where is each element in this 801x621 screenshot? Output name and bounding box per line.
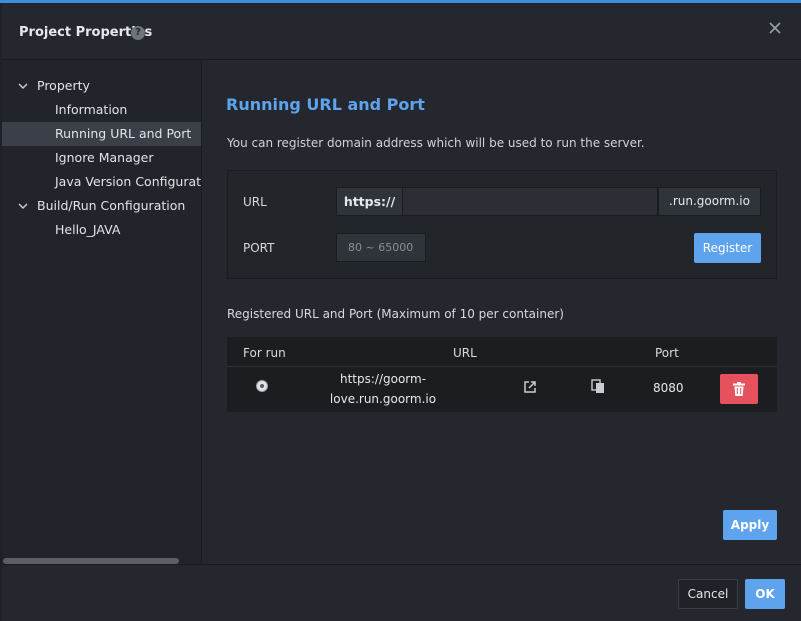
register-button[interactable]: Register [694,233,761,263]
tree-item-label: Running URL and Port [55,126,192,141]
column-header-port: Port [655,346,679,360]
chevron-down-icon [18,83,28,90]
column-header-url: URL [453,346,477,360]
top-accent-line [0,0,801,3]
page-description: You can register domain address which wi… [227,136,645,150]
tree-item-property[interactable]: Property [2,74,201,98]
tree-item-label: Java Version Configuration [55,174,202,189]
tree-item-information[interactable]: Information [2,98,201,122]
tree-item-build-run-configuration[interactable]: Build/Run Configuration [2,194,201,218]
tree-item-label: Hello_JAVA [55,222,121,237]
url-label: URL [243,195,267,209]
tree-item-label: Ignore Manager [55,150,154,165]
tree-item-java-version-configuration[interactable]: Java Version Configuration [2,170,202,194]
dialog-header: Project Properties ? [2,4,801,60]
table-header-divider [227,366,777,367]
subdomain-input[interactable] [402,187,658,216]
ok-button[interactable]: OK [745,579,785,609]
delete-button[interactable] [720,374,758,404]
tree-item-label: Property [37,78,90,93]
help-icon[interactable]: ? [131,26,145,40]
port-label: PORT [243,241,275,255]
url-port-form: URL https:// .run.goorm.io PORT Register [227,170,777,279]
open-external-icon[interactable] [523,380,537,394]
trash-icon [733,382,745,396]
tree-item-running-url-and-port[interactable]: Running URL and Port [2,122,201,146]
copy-icon[interactable] [591,379,605,394]
tree-item-ignore-manager[interactable]: Ignore Manager [2,146,201,170]
settings-tree: Property Information Running URL and Por… [2,60,202,564]
tree-item-label: Build/Run Configuration [37,198,186,213]
domain-suffix: .run.goorm.io [658,187,761,216]
project-properties-dialog: Project Properties ? Property Informatio… [2,4,801,621]
port-input[interactable] [336,233,426,262]
url-line: https://goorm- [339,372,427,386]
dialog-footer: Cancel OK [2,564,801,621]
column-header-for-run: For run [243,346,286,360]
page-title: Running URL and Port [226,95,425,114]
cancel-button[interactable]: Cancel [678,579,738,609]
apply-button[interactable]: Apply [723,510,777,540]
url-line: love.run.goorm.io [329,392,437,406]
registered-list-title: Registered URL and Port (Maximum of 10 p… [227,307,564,321]
chevron-down-icon [18,203,28,210]
url-cell: https://goorm- love.run.goorm.io [317,369,449,409]
port-cell: 8080 [653,381,684,395]
for-run-radio[interactable] [256,380,268,392]
tree-item-label: Information [55,102,128,117]
close-icon[interactable] [767,20,783,36]
protocol-prefix: https:// [336,187,403,216]
settings-content: Running URL and Port You can register do… [203,60,801,564]
tree-item-hello-java[interactable]: Hello_JAVA [2,218,201,242]
registered-url-table: For run URL Port https://goorm- love.run… [227,337,777,412]
